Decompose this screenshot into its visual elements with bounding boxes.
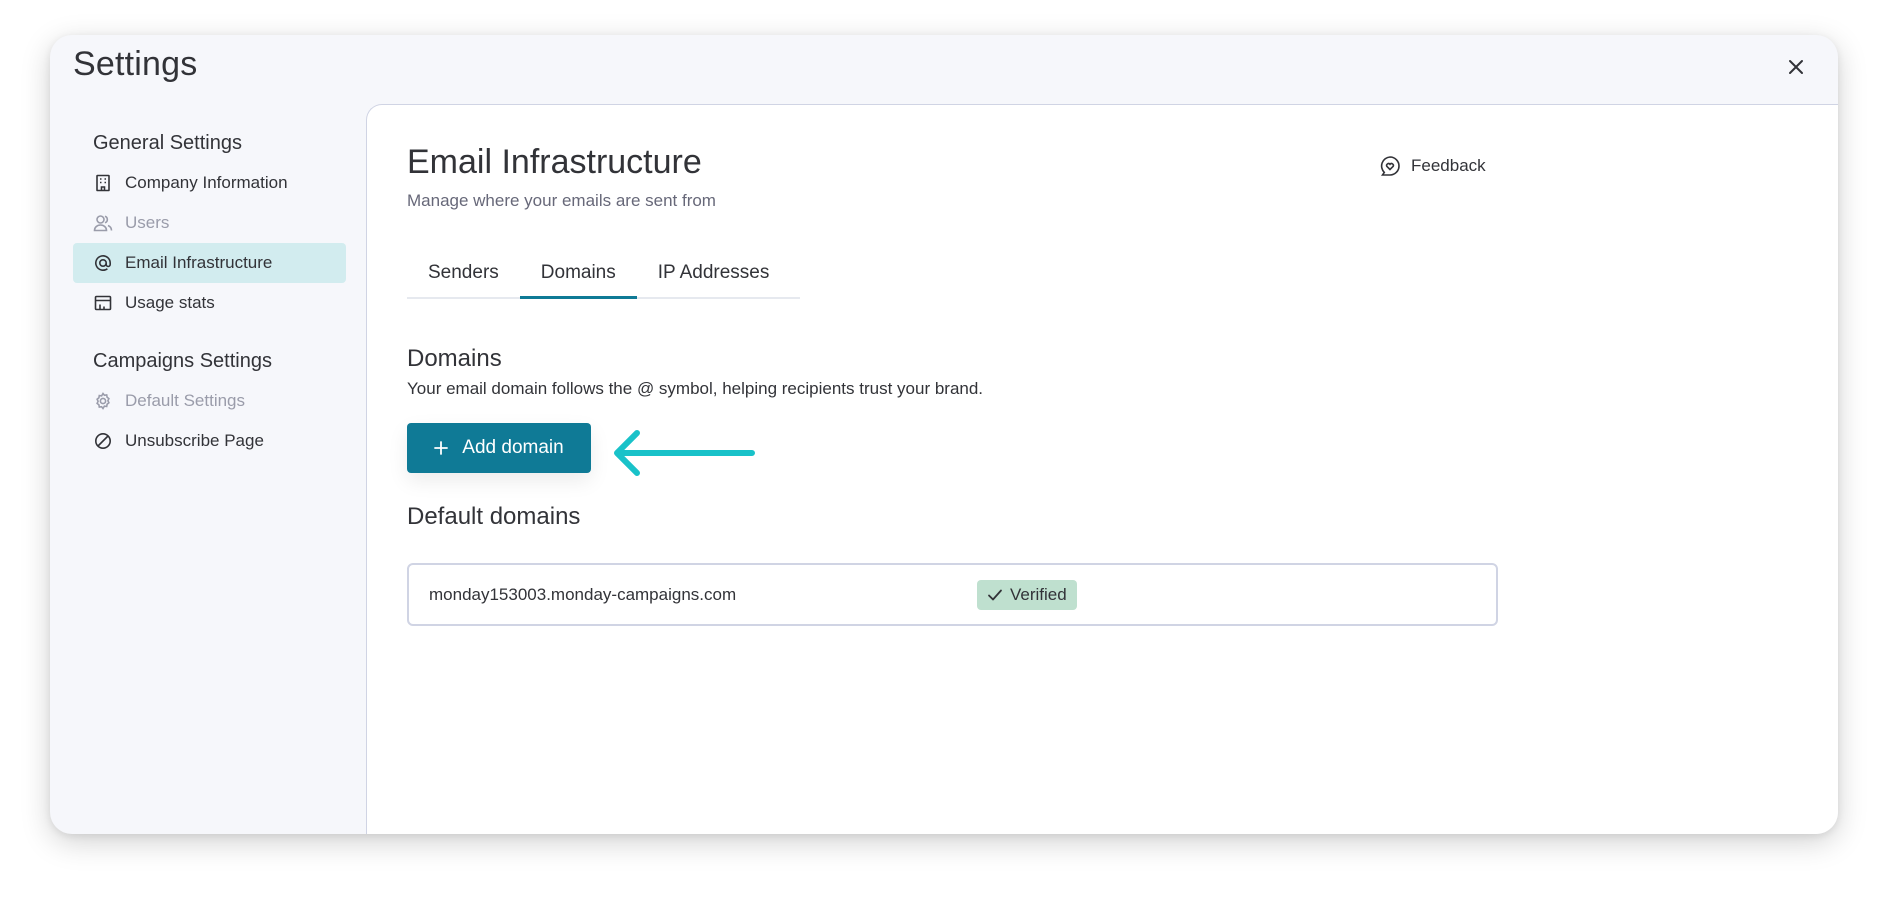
feedback-label: Feedback — [1411, 156, 1486, 175]
domains-heading: Domains — [407, 345, 502, 372]
close-button[interactable] — [1778, 49, 1814, 85]
content-panel: Email Infrastructure Manage where your e… — [366, 104, 1838, 834]
sidebar-item-label: Email Infrastructure — [125, 253, 273, 272]
sidebar-item-label: Default Settings — [125, 391, 246, 410]
sidebar-item-users[interactable]: Users — [73, 203, 346, 243]
domain-row: monday153003.monday-campaigns.com Verifi… — [407, 563, 1498, 626]
page-subtitle: Manage where your emails are sent from — [407, 191, 716, 210]
tab-bar: Senders Domains IP Addresses — [407, 255, 800, 299]
prohibited-icon — [93, 431, 113, 451]
sidebar-item-default-settings[interactable]: Default Settings — [73, 381, 346, 421]
sidebar-item-company-information[interactable]: Company Information — [73, 163, 346, 203]
gear-icon — [93, 391, 113, 411]
users-icon — [93, 213, 113, 233]
add-domain-button[interactable]: Add domain — [407, 423, 591, 473]
sidebar-item-email-infrastructure[interactable]: Email Infrastructure — [73, 243, 346, 283]
add-domain-label: Add domain — [462, 437, 564, 458]
modal-title: Settings — [73, 45, 198, 83]
page-title: Email Infrastructure — [407, 143, 702, 181]
sidebar-item-label: Users — [125, 213, 170, 232]
general-settings-title: General Settings — [93, 132, 242, 154]
tab-domains[interactable]: Domains — [519, 255, 637, 299]
building-icon — [93, 173, 113, 193]
tab-ip-addresses[interactable]: IP Addresses — [637, 255, 791, 299]
status-badge: Verified — [977, 579, 1077, 610]
feedback-button[interactable]: Feedback — [1379, 155, 1486, 177]
close-icon — [1789, 60, 1803, 74]
sidebar-item-unsubscribe-page[interactable]: Unsubscribe Page — [73, 421, 346, 461]
feedback-icon — [1380, 156, 1400, 176]
usage-stats-icon — [93, 293, 113, 313]
sidebar: General Settings Company Information Use… — [73, 123, 346, 461]
sidebar-item-label: Unsubscribe Page — [125, 431, 264, 450]
domain-name: monday153003.monday-campaigns.com — [429, 584, 737, 604]
settings-modal: Settings General Settings Company Inform… — [50, 35, 1838, 834]
tab-senders[interactable]: Senders — [407, 255, 520, 299]
sidebar-item-label: Company Information — [125, 173, 288, 192]
annotation-arrow-icon — [614, 430, 755, 476]
sidebar-item-label: Usage stats — [125, 293, 215, 312]
default-domains-heading: Default domains — [407, 503, 581, 530]
status-badge-label: Verified — [1010, 584, 1067, 604]
domains-description: Your email domain follows the @ symbol, … — [407, 379, 984, 398]
plus-icon — [434, 441, 449, 455]
at-sign-icon — [93, 253, 113, 273]
check-icon — [988, 589, 1002, 600]
sidebar-item-usage-stats[interactable]: Usage stats — [73, 283, 346, 323]
campaigns-settings-title: Campaigns Settings — [93, 350, 272, 372]
